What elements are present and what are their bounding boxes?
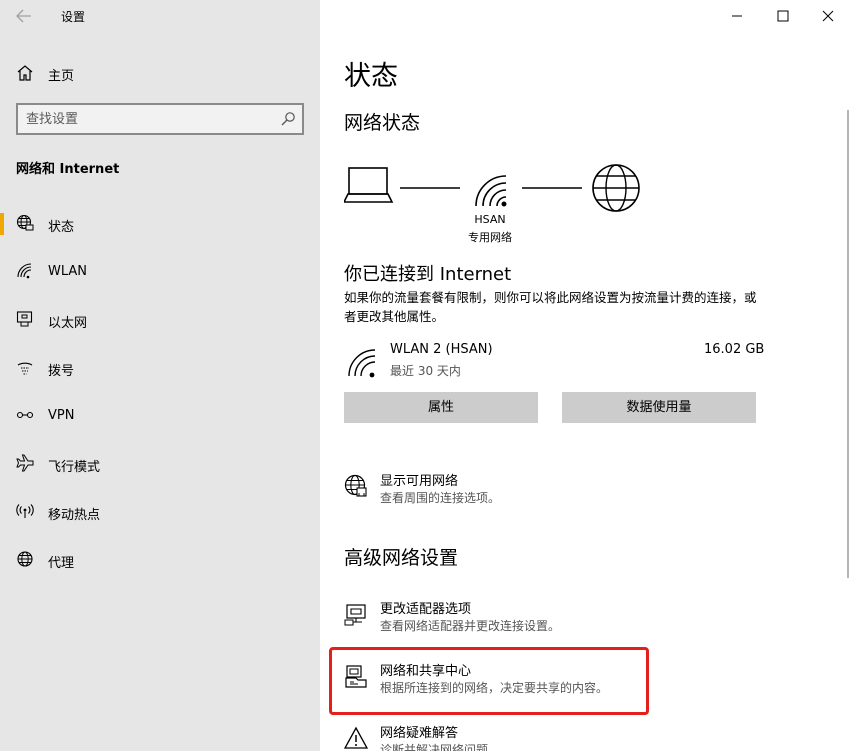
advanced-heading: 高级网络设置 [344,547,459,569]
wifi-signal-icon [475,175,507,207]
titlebar: 设置 [0,0,320,32]
sidebar: 设置 主页 网络和 Internet 状态 WLAN [0,0,320,751]
sidebar-item-ethernet[interactable]: 以太网 [0,296,320,344]
sidebar-item-vpn[interactable]: VPN [0,392,320,440]
adapter-icon [344,602,368,626]
back-arrow-icon[interactable] [14,6,34,26]
search-input[interactable] [26,110,266,128]
link-subtitle: 诊断并解决网络问题。 [380,743,501,751]
link-title: 更改适配器选项 [380,602,472,617]
sidebar-item-status[interactable]: 状态 [0,200,320,248]
link-subtitle: 查看周围的连接选项。 [380,491,501,505]
troubleshoot-link[interactable]: 网络疑难解答 诊断并解决网络问题。 [343,722,764,751]
globe-network-icon [344,474,368,498]
sidebar-section-title: 网络和 Internet [16,162,120,177]
change-adapter-options-link[interactable]: 更改适配器选项 查看网络适配器并更改连接设置。 [344,598,764,638]
link-title: 网络疑难解答 [380,726,459,741]
sidebar-item-label: 状态 [48,220,75,235]
highlight-annotation [329,647,649,715]
sidebar-item-home[interactable]: 主页 [0,56,320,90]
sidebar-item-label: 以太网 [48,316,88,331]
home-icon [16,64,34,82]
ethernet-icon [16,310,34,328]
link-title: 显示可用网络 [380,474,459,489]
connected-title: 你已连接到 Internet [344,264,512,285]
network-type: 专用网络 [468,231,512,244]
sidebar-item-label: WLAN [48,264,88,279]
sidebar-item-label: VPN [48,408,75,423]
network-name: HSAN [474,213,506,226]
dialup-icon [16,358,34,376]
laptop-icon [344,167,394,203]
wifi-icon [16,262,34,280]
data-usage-button[interactable]: 数据使用量 [562,392,756,423]
sidebar-item-label: 移动热点 [48,508,101,523]
properties-button[interactable]: 属性 [344,392,538,423]
adapter-period: 最近 30 天内 [390,364,461,378]
warning-icon [343,726,369,750]
main-content: 状态 网络状态 HSAN 专用网络 你已连接到 Internet 如果你的流量套… [320,0,851,751]
sidebar-item-label: 飞行模式 [48,460,101,475]
globe-icon [16,550,34,568]
window-title: 设置 [61,10,86,24]
scrollbar[interactable] [847,110,849,578]
show-networks-link[interactable]: 显示可用网络 查看周围的连接选项。 [344,470,764,510]
sidebar-item-label: 主页 [48,69,75,84]
sidebar-item-airplane[interactable]: 飞行模式 [0,440,320,488]
adapter-usage: 16.02 GB [704,342,765,357]
link-subtitle: 查看网络适配器并更改连接设置。 [380,619,561,633]
sidebar-nav: 状态 WLAN 以太网 拨号 VPN 飞行模式 移动热点 代理 [0,200,320,584]
adapter-name: WLAN 2 (HSAN) [390,342,493,357]
connected-description: 如果你的流量套餐有限制，则你可以将此网络设置为按流量计费的连接，或者更改其他属性… [344,290,757,324]
sidebar-item-hotspot[interactable]: 移动热点 [0,488,320,536]
search-icon[interactable] [280,111,296,127]
sidebar-item-dialup[interactable]: 拨号 [0,344,320,392]
sidebar-item-label: 拨号 [48,364,75,379]
internet-globe-icon [592,164,640,212]
globe-status-icon [16,214,34,232]
network-status-heading: 网络状态 [344,112,421,134]
sidebar-item-wlan[interactable]: WLAN [0,248,320,296]
page-title: 状态 [344,61,398,92]
vpn-icon [16,406,34,424]
sidebar-item-proxy[interactable]: 代理 [0,536,320,584]
airplane-icon [16,454,34,472]
hotspot-icon [16,502,34,520]
search-box[interactable] [16,103,304,135]
sidebar-item-label: 代理 [48,556,75,571]
wifi-signal-icon [346,346,378,378]
